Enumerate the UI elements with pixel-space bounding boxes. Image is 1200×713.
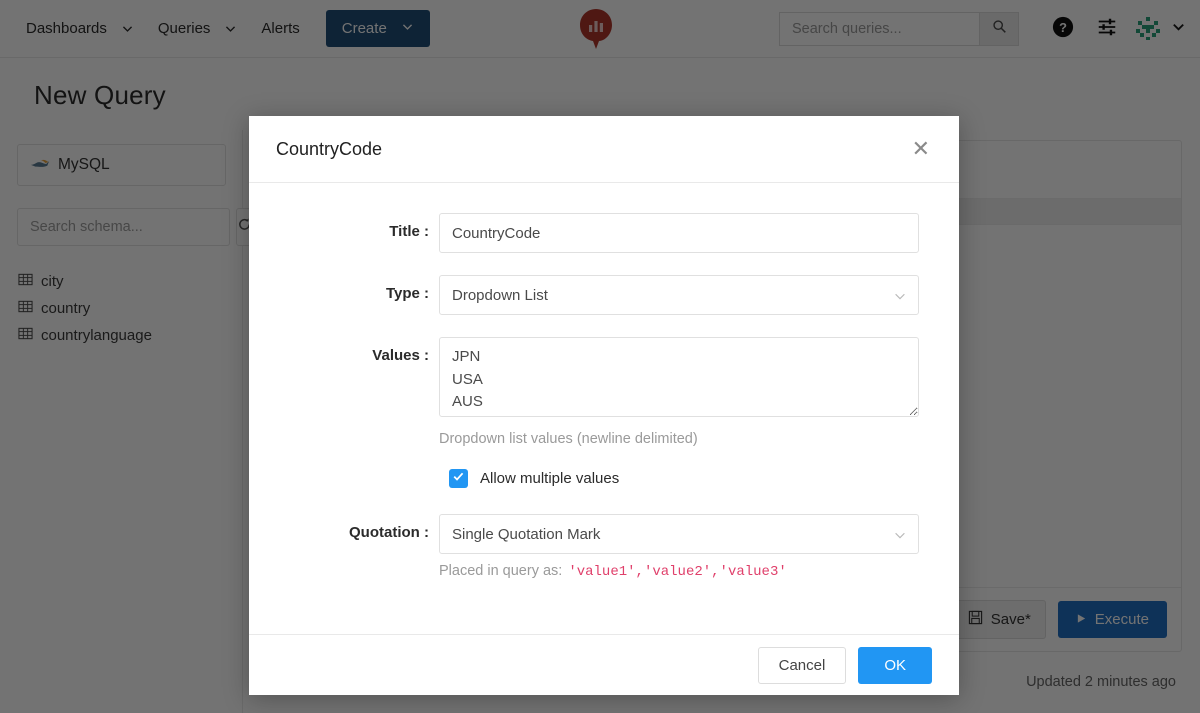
checkmark-icon xyxy=(452,470,465,488)
ok-button[interactable]: OK xyxy=(858,646,932,684)
quotation-help-code: 'value1','value2','value3' xyxy=(568,564,787,580)
type-field-control: Dropdown List xyxy=(439,275,919,315)
parameter-settings-dialog: CountryCode ✕ Title : Type : Dropdown Li… xyxy=(249,116,959,695)
type-select-value: Dropdown List xyxy=(452,286,548,304)
field-row-quotation: Quotation : Single Quotation Mark Placed… xyxy=(289,514,919,580)
title-field-label: Title : xyxy=(389,223,429,240)
field-row-title: Title : xyxy=(289,213,919,253)
quotation-help-prefix: Placed in query as: xyxy=(439,563,563,579)
close-x-icon[interactable]: ✕ xyxy=(910,134,932,164)
quotation-select[interactable]: Single Quotation Mark xyxy=(439,514,919,554)
cancel-button[interactable]: Cancel xyxy=(757,646,847,684)
quotation-field-control: Single Quotation Mark Placed in query as… xyxy=(439,514,919,580)
values-help-text: Dropdown list values (newline delimited) xyxy=(439,431,698,447)
field-row-values: Values : JPN USA AUS Dropdown list value… xyxy=(289,337,919,447)
quotation-field-label: Quotation : xyxy=(349,524,429,541)
title-field-control xyxy=(439,213,919,253)
values-field-control: JPN USA AUS Dropdown list values (newlin… xyxy=(439,337,919,447)
quotation-help-row: Placed in query as: 'value1','value2','va… xyxy=(439,563,919,580)
dialog-footer: Cancel OK xyxy=(249,634,959,695)
field-row-type: Type : Dropdown List xyxy=(289,275,919,315)
allow-multiple-row: Allow multiple values xyxy=(439,469,919,488)
values-textarea[interactable]: JPN USA AUS xyxy=(439,337,919,417)
dialog-body: Title : Type : Dropdown List Val xyxy=(249,183,959,634)
values-field-label: Values : xyxy=(372,347,429,364)
title-input[interactable] xyxy=(439,213,919,253)
type-select-wrapper: Dropdown List xyxy=(439,275,919,315)
dialog-header: CountryCode ✕ xyxy=(249,116,959,183)
dialog-title: CountryCode xyxy=(276,138,383,159)
allow-multiple-label[interactable]: Allow multiple values xyxy=(480,470,619,487)
type-select[interactable]: Dropdown List xyxy=(439,275,919,315)
quotation-select-wrapper: Single Quotation Mark xyxy=(439,514,919,554)
type-field-label: Type : xyxy=(385,285,429,302)
quotation-select-value: Single Quotation Mark xyxy=(452,525,601,543)
allow-multiple-checkbox[interactable] xyxy=(449,469,468,488)
